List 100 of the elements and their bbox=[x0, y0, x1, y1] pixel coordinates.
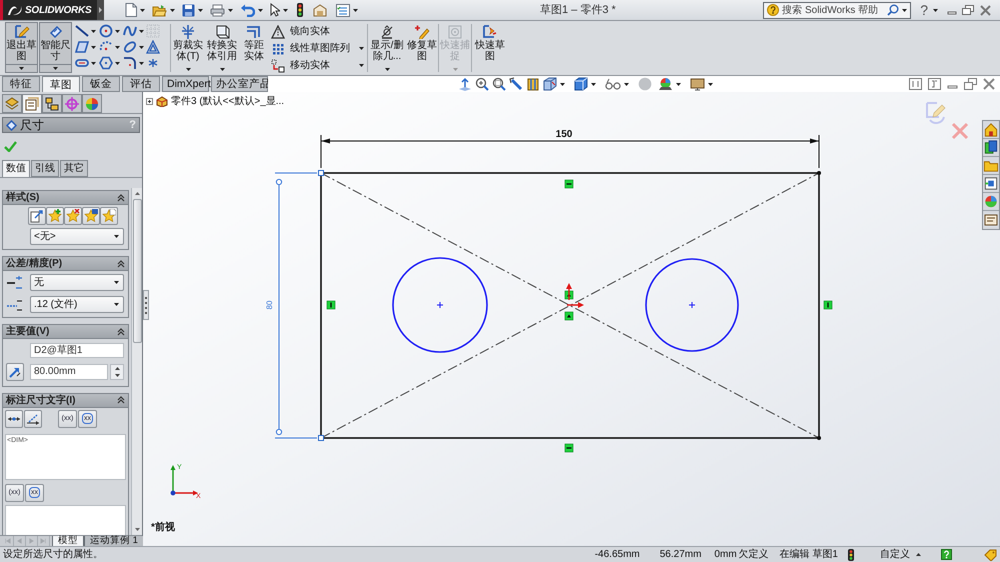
command-tab[interactable]: 钣金 bbox=[82, 76, 120, 92]
tag-icon[interactable] bbox=[984, 548, 997, 560]
caret-icon[interactable] bbox=[258, 8, 263, 12]
line-icon[interactable] bbox=[75, 24, 89, 38]
spline-icon[interactable] bbox=[122, 24, 136, 38]
previous-view-icon[interactable] bbox=[509, 77, 523, 91]
caret-icon[interactable] bbox=[560, 82, 565, 86]
appearance-ball-icon[interactable] bbox=[658, 77, 673, 91]
ribbon-button[interactable]: 显示/删除几... bbox=[368, 22, 406, 66]
caret-icon[interactable] bbox=[676, 82, 681, 86]
ribbon-menu-item[interactable]: 线性草图阵列 bbox=[269, 41, 367, 56]
caret-icon[interactable] bbox=[138, 62, 144, 64]
repair-pencil-icon[interactable] bbox=[414, 25, 430, 39]
panel-tab[interactable]: 数值 bbox=[2, 160, 30, 177]
checklist-icon[interactable] bbox=[336, 4, 350, 16]
ribbon-button[interactable]: 等距实体 bbox=[239, 22, 269, 66]
panel-tab[interactable]: 引线 bbox=[31, 160, 59, 177]
quick-sketch-icon[interactable] bbox=[482, 25, 498, 39]
view-palette-icon[interactable] bbox=[983, 175, 999, 193]
help-icon[interactable] bbox=[941, 549, 952, 560]
caret-icon[interactable] bbox=[138, 46, 144, 48]
triangle-outline-icon[interactable] bbox=[146, 40, 160, 54]
group-header[interactable]: 公差/精度(P) bbox=[3, 257, 128, 271]
manager-tab[interactable] bbox=[42, 94, 62, 113]
close-icon[interactable] bbox=[980, 4, 991, 16]
ellipse-icon[interactable] bbox=[122, 40, 136, 54]
sketch-pencil-icon[interactable] bbox=[14, 25, 30, 39]
section-view-icon[interactable] bbox=[526, 77, 540, 91]
traffic-light-icon[interactable] bbox=[297, 3, 303, 17]
caret-icon[interactable] bbox=[91, 46, 96, 48]
caret-icon[interactable] bbox=[91, 30, 96, 32]
group-header[interactable]: 主要值(V) bbox=[3, 325, 128, 339]
caret-icon[interactable] bbox=[916, 553, 921, 556]
menu-expand-button[interactable] bbox=[97, 0, 104, 20]
load-style-button[interactable] bbox=[100, 207, 118, 225]
manager-tab[interactable] bbox=[82, 94, 102, 113]
ribbon-button[interactable]: 转换实体引用 bbox=[205, 22, 239, 66]
precision-dropdown[interactable]: .12 (文件) bbox=[30, 296, 124, 313]
tolerance-dropdown[interactable]: 无 bbox=[30, 274, 124, 291]
ribbon-button[interactable]: 智能尺寸 bbox=[39, 22, 72, 66]
glasses-icon[interactable] bbox=[605, 77, 621, 91]
search-field[interactable]: 搜索 SolidWorks 帮助 bbox=[763, 2, 912, 18]
close-icon[interactable] bbox=[983, 78, 995, 90]
printer-icon[interactable] bbox=[210, 4, 225, 16]
caret-icon[interactable] bbox=[283, 8, 288, 12]
restore-icon[interactable] bbox=[962, 4, 974, 16]
new-document-icon[interactable] bbox=[125, 3, 137, 17]
circle-icon[interactable] bbox=[98, 24, 113, 38]
tile-right-icon[interactable] bbox=[928, 78, 941, 90]
checkmark-icon[interactable] bbox=[4, 141, 17, 152]
command-tab[interactable]: DimXpert bbox=[162, 76, 210, 92]
trim-icon[interactable] bbox=[180, 25, 196, 39]
zoom-to-fit-icon[interactable] bbox=[475, 77, 489, 91]
angled-text-button[interactable] bbox=[24, 410, 42, 428]
ribbon-menu-item[interactable]: 移动实体 bbox=[269, 58, 367, 73]
parallelogram-icon[interactable] bbox=[75, 40, 89, 54]
dimension-name-field[interactable]: D2@草图1 bbox=[30, 343, 124, 358]
vertical-scrollbar[interactable] bbox=[131, 188, 142, 535]
group-header[interactable]: 标注尺寸文字(I) bbox=[3, 394, 128, 408]
apply-style-button[interactable] bbox=[28, 207, 46, 225]
center-text-button[interactable] bbox=[5, 410, 23, 428]
traffic-light-icon[interactable] bbox=[848, 548, 854, 560]
caret-icon[interactable] bbox=[591, 82, 596, 86]
tile-left-icon[interactable] bbox=[909, 78, 922, 90]
slot-icon[interactable] bbox=[75, 56, 89, 70]
caret-icon[interactable] bbox=[91, 62, 96, 64]
scroll-up-icon[interactable] bbox=[134, 192, 140, 195]
caret-icon[interactable] bbox=[198, 8, 203, 12]
relations-icon[interactable] bbox=[379, 25, 395, 39]
caret-icon[interactable] bbox=[708, 82, 713, 86]
command-tab[interactable]: 特征 bbox=[2, 76, 40, 92]
move-entities-icon[interactable] bbox=[271, 58, 285, 72]
ribbon-button[interactable]: 退出草图 bbox=[5, 22, 38, 66]
style-dropdown[interactable]: <无> bbox=[30, 228, 124, 245]
save-style-button[interactable] bbox=[82, 207, 100, 225]
smart-dimension-icon[interactable] bbox=[48, 25, 64, 39]
expand-plus-icon[interactable] bbox=[146, 98, 153, 105]
add-style-button[interactable] bbox=[46, 207, 64, 225]
resources-icon[interactable] bbox=[983, 139, 999, 157]
splitter-handle[interactable] bbox=[143, 290, 149, 320]
caret-icon[interactable] bbox=[170, 8, 175, 12]
cursor-arrow-icon[interactable] bbox=[270, 3, 280, 17]
offset-entities-icon[interactable] bbox=[246, 25, 262, 39]
restore-icon[interactable] bbox=[964, 78, 977, 90]
ribbon-menu-item[interactable]: 镜向实体 bbox=[269, 24, 367, 39]
ribbon-button[interactable]: 剪裁实体(T) bbox=[171, 22, 205, 66]
caret-icon[interactable] bbox=[114, 62, 120, 64]
manager-tab[interactable] bbox=[22, 94, 42, 113]
caret-icon[interactable] bbox=[140, 8, 145, 12]
logo-panel[interactable]: SOLIDWORKS bbox=[0, 0, 97, 20]
ribbon-button[interactable]: 修复草图 bbox=[406, 22, 438, 66]
help-button[interactable]: ? bbox=[920, 3, 928, 17]
scroll-down-icon[interactable] bbox=[134, 528, 140, 531]
model-tab[interactable]: 模型 bbox=[52, 536, 84, 547]
polygon-icon[interactable] bbox=[98, 56, 113, 70]
save-icon[interactable] bbox=[182, 4, 195, 16]
ribbon-button[interactable]: 快速草图 bbox=[472, 22, 508, 66]
units-menu[interactable]: 自定义 bbox=[880, 548, 910, 560]
caret-icon[interactable] bbox=[933, 8, 938, 12]
convert-entities-icon[interactable] bbox=[214, 25, 230, 39]
